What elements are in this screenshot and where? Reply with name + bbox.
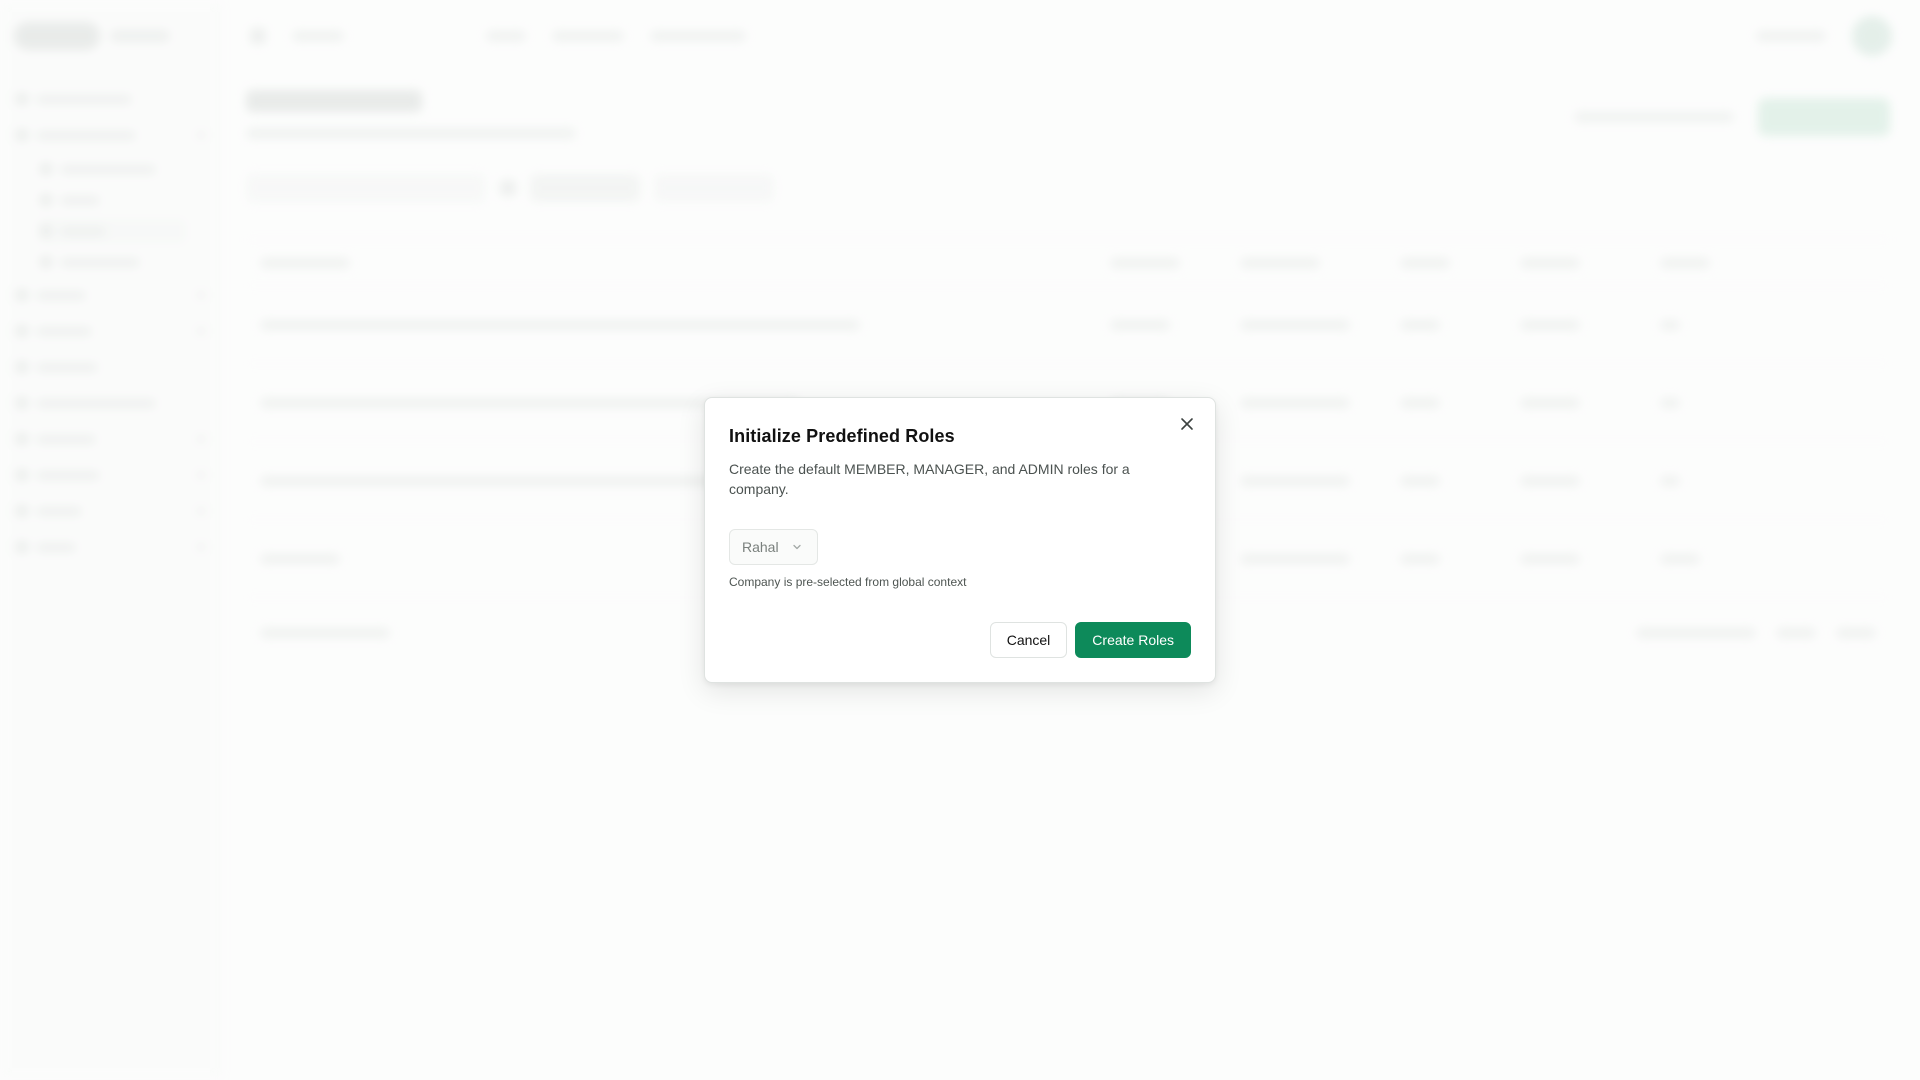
cancel-button[interactable]: Cancel	[989, 622, 1068, 658]
company-select-value: Rahal	[742, 539, 779, 555]
close-icon	[1180, 417, 1194, 431]
initialize-roles-dialog: Initialize Predefined Roles Create the d…	[704, 397, 1216, 683]
dialog-actions: Cancel Create Roles	[989, 622, 1191, 658]
company-select[interactable]: Rahal	[729, 529, 818, 565]
chevron-down-icon	[791, 541, 803, 553]
create-roles-button[interactable]: Create Roles	[1075, 622, 1191, 658]
close-button[interactable]	[1175, 412, 1199, 436]
dialog-description: Create the default MEMBER, MANAGER, and …	[729, 461, 1130, 497]
dialog-title: Initialize Predefined Roles	[729, 426, 955, 446]
company-helper-text: Company is pre-selected from global cont…	[729, 575, 967, 589]
